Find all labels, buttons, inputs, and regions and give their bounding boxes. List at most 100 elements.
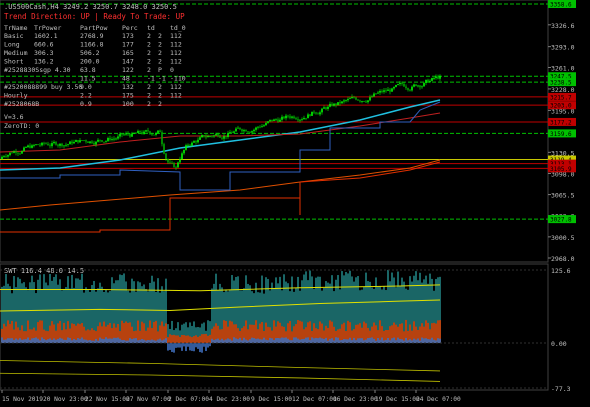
candle-body xyxy=(295,118,297,120)
candle-body xyxy=(301,119,303,121)
stats-cell: 112 xyxy=(170,92,182,100)
hist-bar-blue xyxy=(335,337,337,344)
candle-body xyxy=(207,136,209,138)
hist-bar-blue xyxy=(323,338,325,344)
hist-bar-blue xyxy=(357,338,359,344)
hist-bar-blue xyxy=(83,339,85,344)
candle-body xyxy=(135,132,137,134)
hist-bar-blue xyxy=(211,338,213,344)
hist-bar-blue xyxy=(73,339,75,344)
candle-body xyxy=(391,88,393,92)
candle-body xyxy=(205,136,207,138)
indicator-tick-label: 0.00 xyxy=(551,340,567,348)
stats-cell: 2 xyxy=(158,41,162,49)
hist-bar-blue xyxy=(367,338,369,344)
hist-bar-blue xyxy=(159,338,161,344)
hist-bar-orange xyxy=(173,334,175,344)
candle-body xyxy=(99,139,101,141)
hist-bar-blue xyxy=(421,337,423,344)
candle-body xyxy=(157,130,159,133)
stats-cell: 173 xyxy=(122,32,134,40)
candle-body xyxy=(255,127,257,130)
hist-bar-orange xyxy=(153,322,155,344)
candle-body xyxy=(93,142,95,145)
candle-body xyxy=(1,156,3,160)
hist-bar-blue xyxy=(77,338,79,344)
hist-bar-blue xyxy=(79,338,81,344)
candle-body xyxy=(209,135,211,137)
hist-bar-blue xyxy=(371,337,373,344)
candle-body xyxy=(263,125,265,127)
hist-bar-blue xyxy=(401,339,403,344)
hist-bar-orange xyxy=(195,335,197,344)
candle-body xyxy=(297,119,299,121)
hist-bar-blue xyxy=(293,337,295,344)
candle-body xyxy=(13,151,15,153)
candle-body xyxy=(119,133,121,137)
candle-body xyxy=(369,97,371,101)
candle-body xyxy=(421,86,423,88)
hist-bar-blue xyxy=(417,338,419,344)
hist-bar-blue xyxy=(215,339,217,344)
candle-body xyxy=(425,79,427,83)
hist-bar-blue xyxy=(261,339,263,344)
candle-body xyxy=(307,114,309,119)
stats-cell: 2 xyxy=(158,49,162,57)
candle-body xyxy=(173,162,175,168)
candle-body xyxy=(435,76,437,79)
candle-body xyxy=(231,132,233,133)
hist-bar-orange xyxy=(435,323,437,344)
candle-body xyxy=(277,119,279,122)
price-tick-label: 3326.6 xyxy=(551,22,575,30)
chart-canvas[interactable]: .US500Cash,H4 3249.2 3250.7 3248.0 3250.… xyxy=(0,0,590,407)
candle-body xyxy=(381,90,383,92)
hist-bar-blue xyxy=(313,338,315,344)
candle-body xyxy=(7,155,9,157)
hist-bar-orange xyxy=(181,334,183,344)
hist-bar-orange xyxy=(197,336,199,344)
hist-bar-orange xyxy=(171,335,173,344)
stats-cell: 2 xyxy=(147,66,151,74)
stats-cell: 660.6 xyxy=(34,41,54,49)
candle-body xyxy=(215,133,217,136)
candle-body xyxy=(419,85,421,88)
hist-bar-blue xyxy=(151,339,153,344)
stats-cell: 112 xyxy=(170,83,182,91)
candle-body xyxy=(51,143,53,147)
candle-body xyxy=(357,99,359,101)
hist-bar-blue xyxy=(277,337,279,344)
hist-bar-orange xyxy=(199,335,201,344)
stats-cell: Medium xyxy=(4,49,28,57)
hist-bar-orange xyxy=(203,334,205,344)
price-badge-label: 3027.8 xyxy=(550,217,572,224)
candle-body xyxy=(127,133,129,135)
hist-bar-blue xyxy=(243,337,245,344)
time-tick-label: 20 Nov 23:00 xyxy=(43,396,88,403)
candle-body xyxy=(323,107,325,109)
hist-bar-blue xyxy=(101,338,103,344)
candle-body xyxy=(367,100,369,103)
candle-body xyxy=(193,141,195,143)
candle-body xyxy=(103,141,105,143)
hist-bar-orange xyxy=(201,334,203,344)
price-tick-label: 3065.5 xyxy=(551,192,575,200)
hist-bar-blue xyxy=(307,337,309,344)
stats-header: td xyxy=(147,24,155,32)
candle-body xyxy=(345,100,347,102)
candle-body xyxy=(111,139,113,140)
stats-cell: 2 xyxy=(147,83,151,91)
time-tick-label: 12 Dec 07:00 xyxy=(292,396,337,403)
stats-cell: Short xyxy=(4,58,24,66)
stats-cell: 175 xyxy=(122,92,134,100)
stats-cell: 2 xyxy=(158,58,162,66)
candle-body xyxy=(383,90,385,92)
candle-body xyxy=(87,141,89,143)
hist-bar-blue xyxy=(157,339,159,344)
indicator-label: SWT 116.4 48.0 14.5 xyxy=(4,267,84,275)
candle-body xyxy=(41,142,43,146)
hist-bar-blue xyxy=(269,337,271,344)
hist-bar-blue xyxy=(237,339,239,344)
hist-bar-blue xyxy=(425,338,427,344)
hist-bar-blue xyxy=(195,343,197,348)
stats-cell: 63.8 xyxy=(80,66,96,74)
